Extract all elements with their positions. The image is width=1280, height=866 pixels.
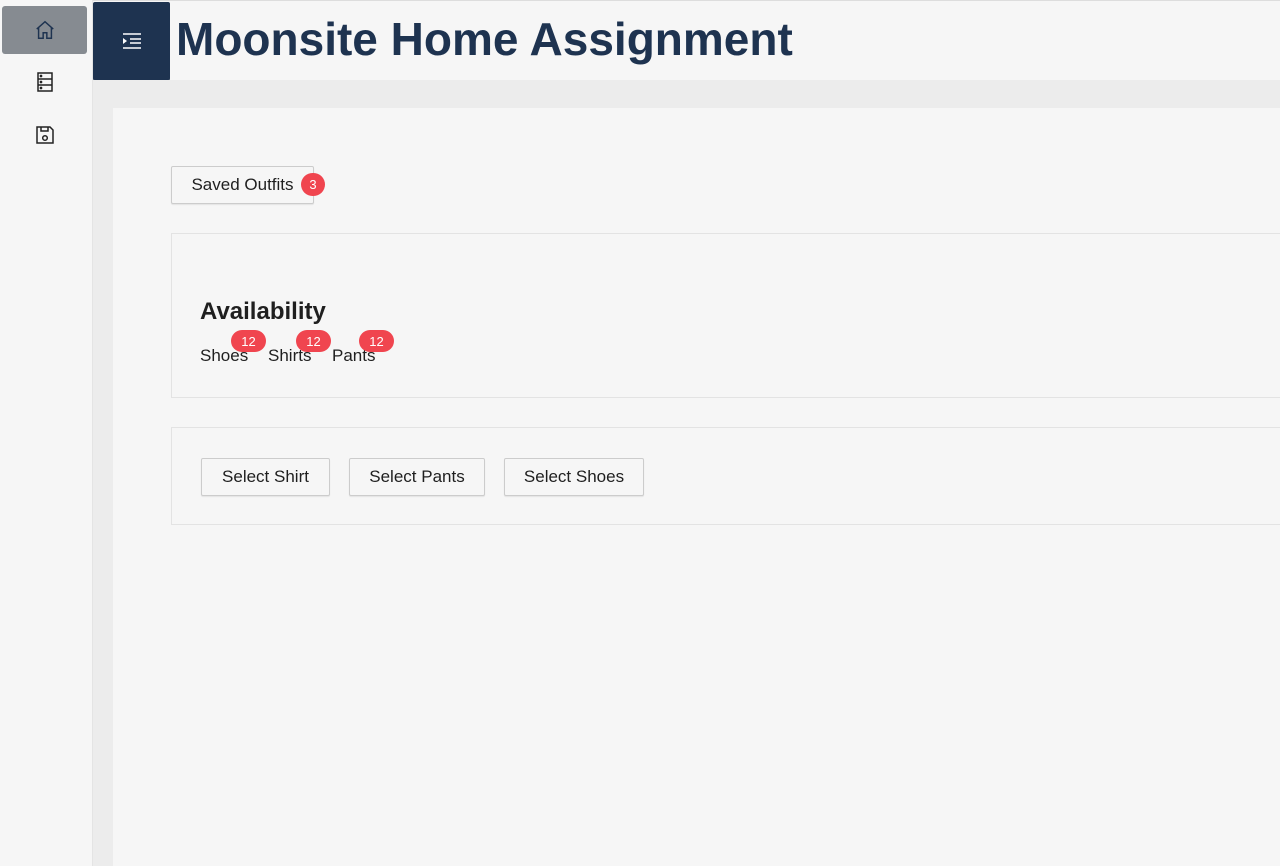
sidebar-item-list[interactable] bbox=[2, 58, 87, 106]
indent-menu-icon bbox=[122, 33, 141, 49]
page-title: Moonsite Home Assignment bbox=[176, 13, 793, 65]
availability-title: Availability bbox=[200, 298, 326, 325]
pants-count-badge: 12 bbox=[359, 330, 394, 352]
shoes-count-badge: 12 bbox=[231, 330, 266, 352]
shirts-count-badge: 12 bbox=[296, 330, 331, 352]
list-icon bbox=[36, 72, 53, 92]
menu-toggle-button[interactable] bbox=[93, 2, 170, 80]
home-icon bbox=[35, 20, 54, 39]
save-icon bbox=[35, 126, 54, 144]
sidebar bbox=[0, 0, 93, 866]
saved-outfits-count-badge: 3 bbox=[301, 173, 325, 196]
selection-card bbox=[171, 427, 1280, 525]
select-shirt-button[interactable]: Select Shirt bbox=[201, 458, 330, 496]
availability-card bbox=[171, 233, 1280, 398]
sidebar-item-saved[interactable] bbox=[2, 111, 87, 159]
select-shoes-button[interactable]: Select Shoes bbox=[504, 458, 644, 496]
top-border bbox=[0, 0, 1280, 1]
sidebar-item-home[interactable] bbox=[2, 6, 87, 54]
saved-outfits-button[interactable]: Saved Outfits bbox=[171, 166, 314, 204]
select-pants-button[interactable]: Select Pants bbox=[349, 458, 485, 496]
